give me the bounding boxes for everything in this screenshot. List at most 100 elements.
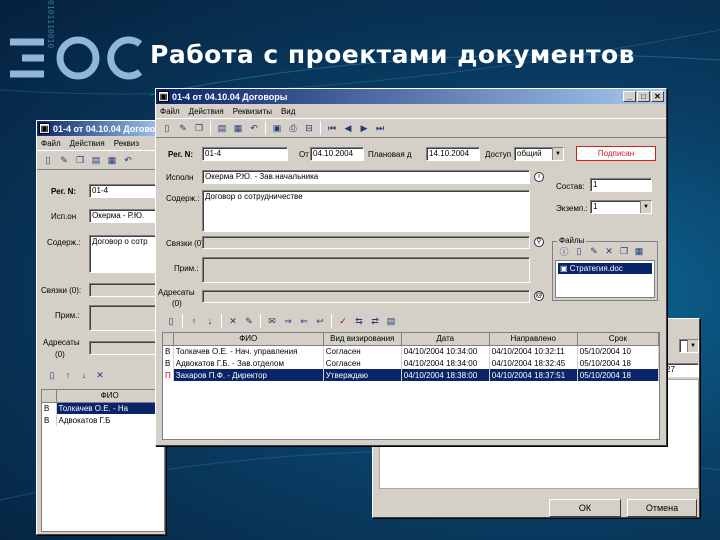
file-open-icon[interactable]: ▯ <box>572 244 586 258</box>
planned-date-field[interactable]: 14.10.2004 <box>426 147 480 161</box>
stamp-icon[interactable]: ▦ <box>231 121 245 135</box>
file-copy-icon[interactable]: ❐ <box>617 244 631 258</box>
new-icon[interactable]: ▯ <box>160 121 174 135</box>
dialog-number-field[interactable]: 27 <box>663 363 699 377</box>
edit-icon[interactable]: ✎ <box>176 121 190 135</box>
menu-file[interactable]: Файл <box>160 107 180 116</box>
next-record-icon[interactable]: ▶ <box>357 121 371 135</box>
delete-icon[interactable]: ✕ <box>226 314 240 328</box>
undo-icon[interactable]: ↶ <box>247 121 261 135</box>
file-delete-icon[interactable]: ✕ <box>602 244 616 258</box>
cancel-button[interactable]: Отмена <box>627 499 697 517</box>
close-icon[interactable]: ✕ <box>651 91 664 102</box>
menu-actions[interactable]: Действия <box>189 107 224 116</box>
recipients-icon[interactable]: @ <box>534 291 544 301</box>
return-icon[interactable]: ↩ <box>313 314 327 328</box>
back-document-window[interactable]: ▣ 01-4 от 04.10.04 Догово Файл Действия … <box>36 120 166 535</box>
reply-icon[interactable]: ⇐ <box>297 314 311 328</box>
main-window-titlebar[interactable]: ▣ 01-4 от 04.10.04 Договоры _ □ ✕ <box>156 89 666 104</box>
undo-icon[interactable]: ↶ <box>121 153 135 167</box>
content-field[interactable]: Договор о сотр <box>89 235 165 273</box>
approve-icon[interactable]: ⇆ <box>352 314 366 328</box>
file-item[interactable]: ▣ Стратегия.doc <box>558 263 652 274</box>
file-info-icon[interactable]: ⓘ <box>557 244 571 258</box>
sign-icon[interactable]: ✓ <box>336 314 350 328</box>
links-field[interactable] <box>202 236 530 249</box>
col-sent[interactable]: Направлено <box>489 333 578 346</box>
chevron-down-icon[interactable]: ▼ <box>552 148 563 160</box>
recipients-field[interactable] <box>202 290 530 303</box>
copy-icon[interactable]: ❐ <box>73 153 87 167</box>
maximize-icon[interactable]: □ <box>637 91 650 102</box>
author-field[interactable]: Окерма Р.Ю. - Зав.начальника <box>202 170 530 184</box>
signed-status-badge[interactable]: Подписан <box>576 146 656 161</box>
note-field[interactable] <box>202 257 530 283</box>
menu-file[interactable]: Файл <box>41 139 61 148</box>
new-icon[interactable]: ▯ <box>41 153 55 167</box>
menu-requisites[interactable]: Реквизиты <box>233 107 272 116</box>
visa-grid[interactable]: ФИО Вид визирования Дата Направлено Срок… <box>162 332 660 440</box>
send-icon[interactable]: ✉ <box>265 314 279 328</box>
table-row[interactable]: В Адвокатов Г.Б. - Зав.отделом Согласен … <box>163 357 659 369</box>
composition-field[interactable]: 1 <box>590 178 652 192</box>
col-name[interactable]: ФИО <box>173 333 324 346</box>
info-icon[interactable]: i <box>534 172 544 182</box>
grid-header-name[interactable]: ФИО <box>56 390 164 403</box>
edit-icon[interactable]: ✎ <box>242 314 256 328</box>
files-list[interactable]: ▣ Стратегия.doc <box>555 260 655 298</box>
up-arrow-icon[interactable]: ↑ <box>61 368 75 382</box>
menu-view[interactable]: Вид <box>281 107 295 116</box>
link-icon[interactable]: ⚲ <box>534 237 544 247</box>
ok-button[interactable]: ОК <box>549 499 621 517</box>
visa-new-icon[interactable]: ▯ <box>164 314 178 328</box>
copies-value: 1 <box>593 202 598 211</box>
first-record-icon[interactable]: ⏮ <box>325 121 339 135</box>
down-arrow-icon[interactable]: ↓ <box>77 368 91 382</box>
copy-icon[interactable]: ❐ <box>192 121 206 135</box>
chevron-down-icon[interactable]: ▼ <box>640 201 651 213</box>
down-arrow-icon[interactable]: ↓ <box>203 314 217 328</box>
up-arrow-icon[interactable]: ↑ <box>187 314 201 328</box>
delete-icon[interactable]: ✕ <box>93 368 107 382</box>
back-visa-grid[interactable]: ФИО В Толкачев О.Е. - На В Адвокатов Г.Б <box>41 389 165 532</box>
attach-icon[interactable]: ⊟ <box>302 121 316 135</box>
table-row[interactable]: П Захаров П.Ф. - Директор Утверждаю 04/1… <box>163 369 659 381</box>
main-document-window[interactable]: ▣ 01-4 от 04.10.04 Договоры _ □ ✕ Файл Д… <box>155 88 667 446</box>
file-scan-icon[interactable]: ▦ <box>632 244 646 258</box>
chevron-down-icon[interactable]: ▼ <box>687 340 698 352</box>
history-icon[interactable]: ▤ <box>384 314 398 328</box>
links-field[interactable] <box>89 283 165 297</box>
stamp-icon[interactable]: ▦ <box>105 153 119 167</box>
save-icon[interactable]: ▤ <box>89 153 103 167</box>
prev-record-icon[interactable]: ◀ <box>341 121 355 135</box>
from-date-field[interactable]: 04.10.2004 <box>310 147 364 161</box>
note-field[interactable] <box>89 305 165 331</box>
print-icon[interactable]: ⎙ <box>286 121 300 135</box>
reg-no-field[interactable]: 01-4 <box>202 147 288 161</box>
edit-icon[interactable]: ✎ <box>57 153 71 167</box>
dialog-dropdown[interactable]: ▼ <box>679 339 699 353</box>
print-preview-icon[interactable]: ▣ <box>270 121 284 135</box>
col-due[interactable]: Срок <box>577 333 659 346</box>
save-icon[interactable]: ▤ <box>215 121 229 135</box>
menu-actions[interactable]: Действия <box>70 139 105 148</box>
col-date[interactable]: Дата <box>401 333 490 346</box>
from-field[interactable]: Окерма - Р.Ю. <box>89 209 165 223</box>
minimize-icon[interactable]: _ <box>623 91 636 102</box>
visa-new-icon[interactable]: ▯ <box>45 368 59 382</box>
access-select[interactable]: общий ▼ <box>514 147 564 161</box>
content-field[interactable]: Договор о сотрудничестве <box>202 190 530 232</box>
forward-icon[interactable]: ⇒ <box>281 314 295 328</box>
reg-no-field[interactable]: 01-4 <box>89 184 165 198</box>
back-window-titlebar[interactable]: ▣ 01-4 от 04.10.04 Догово <box>37 121 165 136</box>
table-row[interactable]: В Толкачев О.Е. - Нач. управления Соглас… <box>163 345 659 357</box>
last-record-icon[interactable]: ⏭ <box>373 121 387 135</box>
file-edit-icon[interactable]: ✎ <box>587 244 601 258</box>
col-visa-type[interactable]: Вид визирования <box>323 333 402 346</box>
table-row[interactable]: В Адвокатов Г.Б <box>42 414 164 426</box>
menu-requisites[interactable]: Реквиз <box>114 139 139 148</box>
reject-icon[interactable]: ⇄ <box>368 314 382 328</box>
table-row[interactable]: В Толкачев О.Е. - На <box>42 402 164 414</box>
copies-select[interactable]: 1 ▼ <box>590 200 652 214</box>
recipients-field[interactable] <box>89 341 165 355</box>
